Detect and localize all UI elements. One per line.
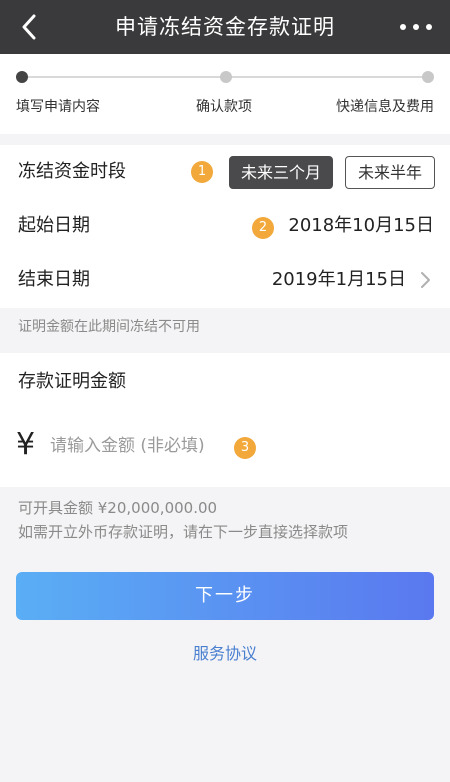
step-2-label: 确认款项 xyxy=(196,99,252,115)
chevron-left-icon xyxy=(22,14,36,40)
navbar: 申请冻结资金存款证明 xyxy=(0,0,450,54)
step-3-dot xyxy=(422,71,434,83)
amount-title: 存款证明金额 xyxy=(18,371,126,392)
app-screen: 申请冻结资金存款证明 填写申请内容 确认款项 快递信息及费用 冻结资金时段 1 … xyxy=(0,0,450,782)
end-date-value: 2019年1月15日 xyxy=(271,269,406,290)
step-1-label: 填写申请内容 xyxy=(16,99,100,115)
foreign-currency-note: 如需开立外币存款证明，请在下一步直接选择款项 xyxy=(18,523,349,541)
amount-section: 存款证明金额 ¥ 3 xyxy=(0,353,450,487)
start-date-row[interactable]: 起始日期 2 2018年10月15日 xyxy=(0,199,450,253)
step-1-dot xyxy=(16,71,28,83)
page-title: 申请冻结资金存款证明 xyxy=(115,15,335,39)
progress-steps: 填写申请内容 确认款项 快递信息及费用 xyxy=(0,54,450,134)
option-half-year[interactable]: 未来半年 xyxy=(345,156,435,189)
period-note: 证明金额在此期间冻结不可用 xyxy=(18,319,200,335)
date-section: 冻结资金时段 1 未来三个月 未来半年 起始日期 2 2018年10月15日 结… xyxy=(0,145,450,308)
step-3-label: 快递信息及费用 xyxy=(336,99,434,115)
service-agreement-link[interactable]: 服务协议 xyxy=(0,640,450,664)
available-amount: 可开具金额 ¥20,000,000.00 xyxy=(18,499,218,517)
next-step-button[interactable]: 下一步 xyxy=(16,572,434,620)
start-date-value: 2018年10月15日 xyxy=(288,215,434,236)
end-date-label: 结束日期 xyxy=(18,269,90,290)
amount-input[interactable] xyxy=(50,431,250,461)
option-three-months[interactable]: 未来三个月 xyxy=(229,156,333,189)
more-dots-icon xyxy=(400,24,406,30)
step-badge-1: 1 xyxy=(191,161,213,183)
end-date-row[interactable]: 结束日期 2019年1月15日 xyxy=(0,253,450,307)
back-button[interactable] xyxy=(14,12,44,42)
freeze-period-label: 冻结资金时段 xyxy=(18,161,126,182)
currency-symbol: ¥ xyxy=(16,427,36,462)
chevron-right-icon xyxy=(421,272,430,288)
step-badge-2: 2 xyxy=(252,217,274,239)
start-date-label: 起始日期 xyxy=(18,215,90,236)
more-button[interactable] xyxy=(400,17,432,37)
step-2-dot xyxy=(220,71,232,83)
freeze-period-row: 冻结资金时段 1 未来三个月 未来半年 xyxy=(0,145,450,199)
step-badge-3: 3 xyxy=(234,437,256,459)
